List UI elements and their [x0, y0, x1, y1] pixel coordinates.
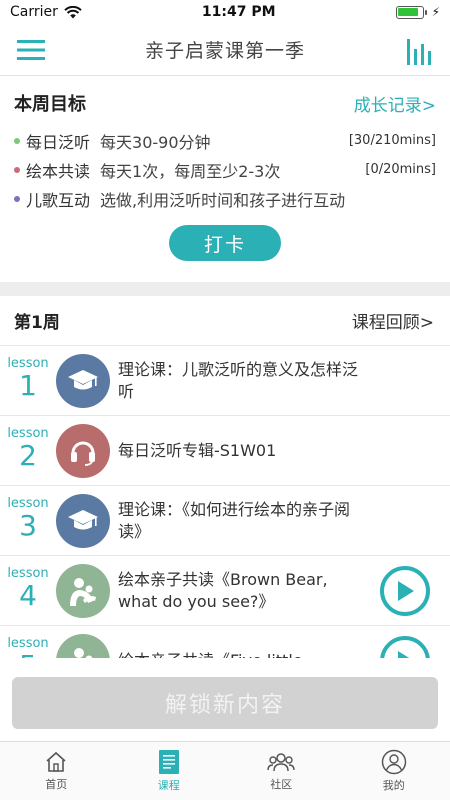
lesson-title: 绘本亲子共读《Five little: [118, 650, 358, 659]
profile-icon: [381, 749, 406, 775]
lesson-number: 5: [0, 651, 56, 659]
goal-dot: [14, 166, 20, 173]
lesson-number-block: lesson 4: [0, 566, 56, 612]
weekly-goals-card: 本周目标 成长记录> 每日泛听 每天30-90分钟 [30/210mins] 绘…: [0, 76, 450, 282]
tab-profile[interactable]: 我的: [338, 742, 450, 800]
parent-child-icon: [56, 633, 110, 658]
lesson-item[interactable]: lesson 3 理论课：《如何进行绘本的亲子阅读》: [0, 486, 450, 556]
unlock-new-content-button[interactable]: 解锁新内容: [12, 677, 438, 729]
week-header: 第1周 课程回顾>: [0, 296, 450, 346]
course-review-link[interactable]: 课程回顾>: [352, 308, 434, 333]
lesson-title: 理论课：儿歌泛听的意义及怎样泛听: [118, 359, 359, 401]
growth-record-link[interactable]: 成长记录>: [354, 91, 436, 116]
status-bar: Carrier 11:47 PM ⚡: [0, 0, 450, 24]
goal-name: 绘本共读: [26, 161, 91, 181]
lesson-item[interactable]: lesson 5 绘本亲子共读《Five little: [0, 626, 450, 658]
lesson-number-block: lesson 2: [0, 426, 56, 472]
charging-icon: ⚡: [431, 5, 440, 19]
tab-label: 我的: [382, 779, 405, 792]
home-icon: [46, 751, 66, 772]
book-icon: [158, 750, 179, 774]
parent-child-icon: [56, 563, 110, 618]
play-icon[interactable]: [380, 636, 430, 658]
tab-home[interactable]: 首页: [0, 742, 113, 800]
lesson-title: 绘本亲子共读《Brown Bear, what do you see?》: [118, 569, 328, 611]
goal-dot: [14, 195, 20, 202]
goal-row: 每日泛听 每天30-90分钟 [30/210mins]: [14, 126, 436, 155]
lesson-number: 2: [19, 439, 37, 472]
check-in-button[interactable]: 打卡: [169, 225, 281, 261]
lesson-item[interactable]: lesson 4 绘本亲子共读《Brown Bear, what do you …: [0, 556, 450, 626]
lesson-title: 理论课：《如何进行绘本的亲子阅读》: [118, 499, 351, 541]
goal-name: 儿歌互动: [26, 190, 91, 210]
goal-name: 每日泛听: [26, 132, 91, 152]
lesson-number: 4: [19, 579, 37, 612]
lesson-number-block: lesson 5: [0, 636, 56, 659]
lesson-list: lesson 1 理论课：儿歌泛听的意义及怎样泛听 lesson 2 每日泛听专…: [0, 346, 450, 658]
lesson-item[interactable]: lesson 2 每日泛听专辑-S1W01: [0, 416, 450, 486]
lesson-number-block: lesson 3: [0, 496, 56, 542]
goal-row: 绘本共读 每天1次，每周至少2-3次 [0/20mins]: [14, 155, 436, 184]
week-title: 第1周: [14, 313, 60, 333]
goal-description: 每天1次，每周至少2-3次: [100, 161, 281, 181]
status-right: ⚡: [395, 5, 440, 19]
play-icon[interactable]: [380, 566, 430, 616]
tab-course[interactable]: 课程: [113, 742, 226, 800]
goals-title: 本周目标: [14, 94, 86, 115]
lesson-item[interactable]: lesson 1 理论课：儿歌泛听的意义及怎样泛听: [0, 346, 450, 416]
battery-level: [398, 8, 418, 16]
graduation-cap-icon: [56, 493, 110, 548]
tab-label: 首页: [45, 778, 68, 791]
lesson-title: 每日泛听专辑-S1W01: [118, 440, 277, 460]
tab-community[interactable]: 社区: [225, 742, 338, 800]
lesson-number: 3: [19, 509, 37, 542]
graduation-cap-icon: [56, 353, 110, 408]
goal-description: 每天30-90分钟: [100, 132, 211, 152]
status-left: Carrier: [10, 4, 82, 20]
goal-row: 儿歌互动 选做,利用泛听时间和孩子进行互动: [14, 184, 436, 213]
lesson-number: 1: [19, 369, 37, 402]
goal-dot: [14, 137, 20, 144]
hamburger-menu-icon[interactable]: [16, 35, 46, 65]
lesson-number-block: lesson 1: [0, 356, 56, 402]
tab-bar: 首页 课程 社区 我的: [0, 741, 450, 800]
bar-chart-icon[interactable]: [404, 35, 434, 65]
status-time: 11:47 PM: [201, 4, 276, 20]
community-icon: [267, 753, 295, 772]
goal-description: 选做,利用泛听时间和孩子进行互动: [100, 190, 346, 210]
wifi-icon: [64, 5, 82, 18]
carrier-label: Carrier: [10, 4, 58, 20]
goal-progress: [30/210mins]: [348, 133, 436, 148]
headphones-icon: [56, 423, 110, 478]
tab-label: 课程: [157, 779, 180, 792]
battery-icon: [395, 5, 427, 19]
page-title: 亲子启蒙课第一季: [144, 40, 305, 62]
goals-header: 本周目标 成长记录>: [14, 90, 436, 116]
nav-bar: 亲子启蒙课第一季: [0, 24, 450, 76]
goal-progress: [0/20mins]: [365, 162, 436, 177]
section-divider: [0, 282, 450, 296]
tab-label: 社区: [270, 778, 293, 791]
